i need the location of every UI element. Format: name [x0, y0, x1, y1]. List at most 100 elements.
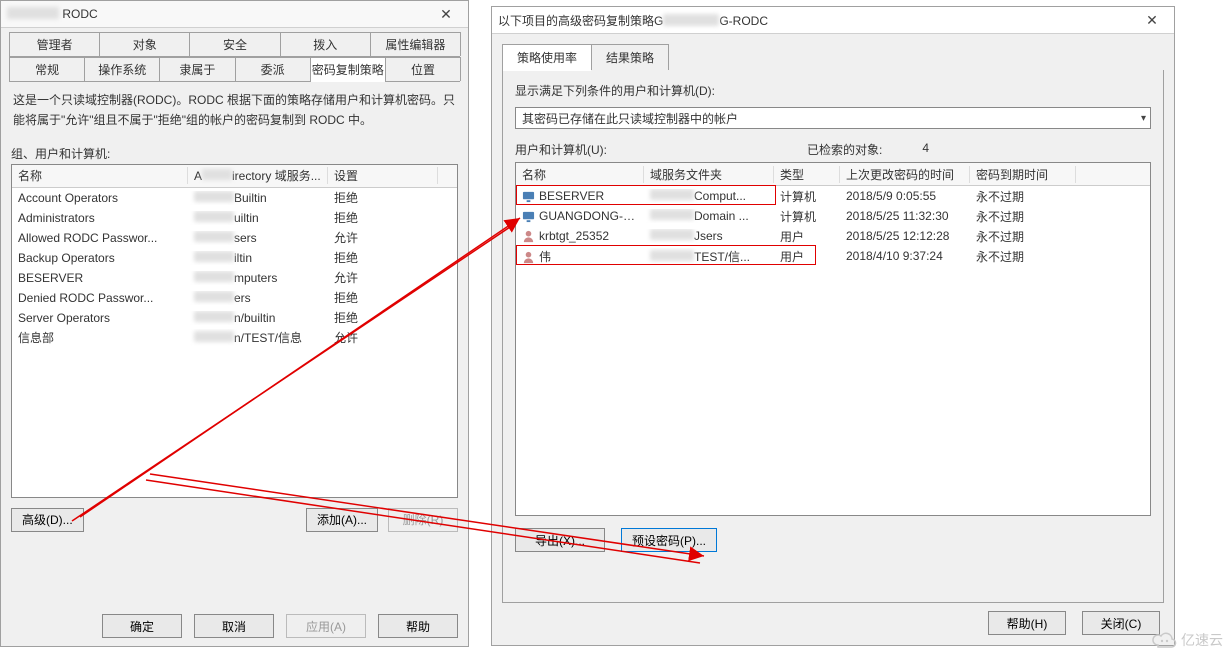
table-row[interactable]: BESERVERxxxxComput...计算机2018/5/9 0:05:55… — [516, 186, 1150, 206]
cell-folder: xxxxn/builtin — [188, 311, 328, 325]
filter-label: 显示满足下列条件的用户和计算机(D): — [515, 82, 1151, 99]
cell-folder: xxxxn/TEST/信息 — [188, 329, 328, 346]
cell-name: Server Operators — [12, 311, 188, 325]
cancel-button[interactable]: 取消 — [194, 614, 274, 638]
cell-time: 2018/5/9 0:05:55 — [840, 189, 970, 203]
tab-0[interactable]: 管理者 — [9, 32, 100, 56]
tab-4[interactable]: 属性编辑器 — [370, 32, 461, 56]
cell-expire: 永不过期 — [970, 248, 1076, 265]
table-row[interactable]: GUANGDONG-R...xxxxDomain ...计算机2018/5/25… — [516, 206, 1150, 226]
table-row[interactable]: Allowed RODC Passwor...xxxxsers允许 — [12, 228, 457, 248]
tab-2[interactable]: 隶属于 — [159, 57, 235, 81]
cell-type: 用户 — [774, 248, 840, 265]
cell-name: BESERVER — [516, 189, 644, 203]
cell-time: 2018/5/25 12:12:28 — [840, 229, 970, 243]
list-label: 用户和计算机(U): — [515, 141, 607, 158]
groups-listview[interactable]: 名称 Axxxxirectory 域服务... 设置 Account Opera… — [11, 164, 458, 498]
dropdown-value: 其密码已存储在此只读域控制器中的帐户 — [522, 110, 738, 127]
cell-folder: xxxxComput... — [644, 189, 774, 203]
cell-setting: 允许 — [328, 229, 438, 246]
window-title: XXXXX RODC — [7, 7, 98, 21]
cell-time: 2018/4/10 9:37:24 — [840, 249, 970, 263]
watermark: 亿速云 — [1151, 630, 1223, 650]
table-row[interactable]: BESERVERxxxxmputers允许 — [12, 268, 457, 288]
tab-2[interactable]: 安全 — [189, 32, 280, 56]
tab-1[interactable]: 结果策略 — [591, 44, 669, 70]
cell-name: Denied RODC Passwor... — [12, 291, 188, 305]
tab-0[interactable]: 常规 — [9, 57, 85, 81]
rodc-properties-dialog: XXXXX RODC ✕ 管理者对象安全拨入属性编辑器 常规操作系统隶属于委派密… — [0, 0, 469, 647]
apply-button: 应用(A) — [286, 614, 366, 638]
window-title: 以下项目的高级密码复制策略GXXXXXXG-RODC — [498, 12, 768, 29]
col-lastchange[interactable]: 上次更改密码的时间 — [840, 166, 970, 183]
ok-button[interactable]: 确定 — [102, 614, 182, 638]
cell-setting: 拒绝 — [328, 249, 438, 266]
cell-folder: xxxxuiltin — [188, 211, 328, 225]
col-type[interactable]: 类型 — [774, 166, 840, 183]
cell-setting: 拒绝 — [328, 289, 438, 306]
count-label: 已检索的对象: — [807, 141, 882, 158]
table-row[interactable]: Denied RODC Passwor...xxxxers拒绝 — [12, 288, 457, 308]
table-row[interactable]: 伟xxxxTEST/信...用户2018/4/10 9:37:24永不过期 — [516, 246, 1150, 266]
col-folder[interactable]: 域服务文件夹 — [644, 166, 774, 183]
title-bar[interactable]: XXXXX RODC ✕ — [1, 1, 468, 28]
cell-folder: xxxxiltin — [188, 251, 328, 265]
col-name[interactable]: 名称 — [516, 166, 644, 183]
cell-name: Backup Operators — [12, 251, 188, 265]
cell-expire: 永不过期 — [970, 188, 1076, 205]
table-row[interactable]: Administratorsxxxxuiltin拒绝 — [12, 208, 457, 228]
chevron-down-icon: ▾ — [1141, 113, 1146, 124]
count-value: 4 — [922, 141, 929, 158]
tabs-row-1: 管理者对象安全拨入属性编辑器 — [9, 32, 460, 57]
col-setting[interactable]: 设置 — [328, 167, 438, 184]
cell-name: BESERVER — [12, 271, 188, 285]
cell-setting: 拒绝 — [328, 309, 438, 326]
dialog-footer: 帮助(H) 关闭(C) — [988, 611, 1160, 635]
cell-type: 计算机 — [774, 208, 840, 225]
add-button[interactable]: 添加(A)... — [306, 508, 378, 532]
cell-setting: 允许 — [328, 269, 438, 286]
col-folder[interactable]: Axxxxirectory 域服务... — [188, 167, 328, 184]
tab-1[interactable]: 操作系统 — [84, 57, 160, 81]
help-button[interactable]: 帮助 — [378, 614, 458, 638]
list-header: 名称 域服务文件夹 类型 上次更改密码的时间 密码到期时间 — [516, 163, 1150, 186]
advanced-button[interactable]: 高级(D)... — [11, 508, 84, 532]
tab-3[interactable]: 拨入 — [280, 32, 371, 56]
table-row[interactable]: 信息部xxxxn/TEST/信息允许 — [12, 328, 457, 348]
tabs-row-2: 常规操作系统隶属于委派密码复制策略位置 — [9, 57, 460, 82]
help-button[interactable]: 帮助(H) — [988, 611, 1066, 635]
filter-dropdown[interactable]: 其密码已存储在此只读域控制器中的帐户 ▾ — [515, 107, 1151, 129]
cell-folder: xxxxBuiltin — [188, 191, 328, 205]
cell-time: 2018/5/25 11:32:30 — [840, 209, 970, 223]
table-row[interactable]: Server Operatorsxxxxn/builtin拒绝 — [12, 308, 457, 328]
preset-password-button[interactable]: 预设密码(P)... — [621, 528, 717, 552]
tab-4[interactable]: 密码复制策略 — [310, 57, 386, 81]
col-name[interactable]: 名称 — [12, 167, 188, 184]
close-icon[interactable]: ✕ — [1136, 10, 1168, 30]
close-icon[interactable]: ✕ — [430, 4, 462, 24]
cell-folder: xxxxTEST/信... — [644, 248, 774, 265]
tabs: 策略使用率结果策略 — [502, 44, 1164, 70]
table-row[interactable]: Account OperatorsxxxxBuiltin拒绝 — [12, 188, 457, 208]
cell-folder: xxxxDomain ... — [644, 209, 774, 223]
tab-5[interactable]: 位置 — [385, 57, 461, 81]
export-button[interactable]: 导出(X)... — [515, 528, 605, 552]
cell-type: 计算机 — [774, 188, 840, 205]
tab-3[interactable]: 委派 — [235, 57, 311, 81]
tab-1[interactable]: 对象 — [99, 32, 190, 56]
results-listview[interactable]: 名称 域服务文件夹 类型 上次更改密码的时间 密码到期时间 BESERVERxx… — [515, 162, 1151, 516]
title-bar[interactable]: 以下项目的高级密码复制策略GXXXXXXG-RODC ✕ — [492, 7, 1174, 34]
cell-type: 用户 — [774, 228, 840, 245]
col-expire[interactable]: 密码到期时间 — [970, 166, 1076, 183]
close-button[interactable]: 关闭(C) — [1082, 611, 1160, 635]
remove-button: 删除(R) — [388, 508, 458, 532]
table-row[interactable]: Backup Operatorsxxxxiltin拒绝 — [12, 248, 457, 268]
cell-name: krbtgt_25352 — [516, 229, 644, 243]
groups-label: 组、用户和计算机: — [11, 145, 458, 162]
table-row[interactable]: krbtgt_25352xxxxJsers用户2018/5/25 12:12:2… — [516, 226, 1150, 246]
cell-setting: 拒绝 — [328, 189, 438, 206]
tab-body: 显示满足下列条件的用户和计算机(D): 其密码已存储在此只读域控制器中的帐户 ▾… — [502, 70, 1164, 603]
cell-name: GUANGDONG-R... — [516, 209, 644, 223]
tab-0[interactable]: 策略使用率 — [502, 44, 592, 70]
cell-name: Account Operators — [12, 191, 188, 205]
